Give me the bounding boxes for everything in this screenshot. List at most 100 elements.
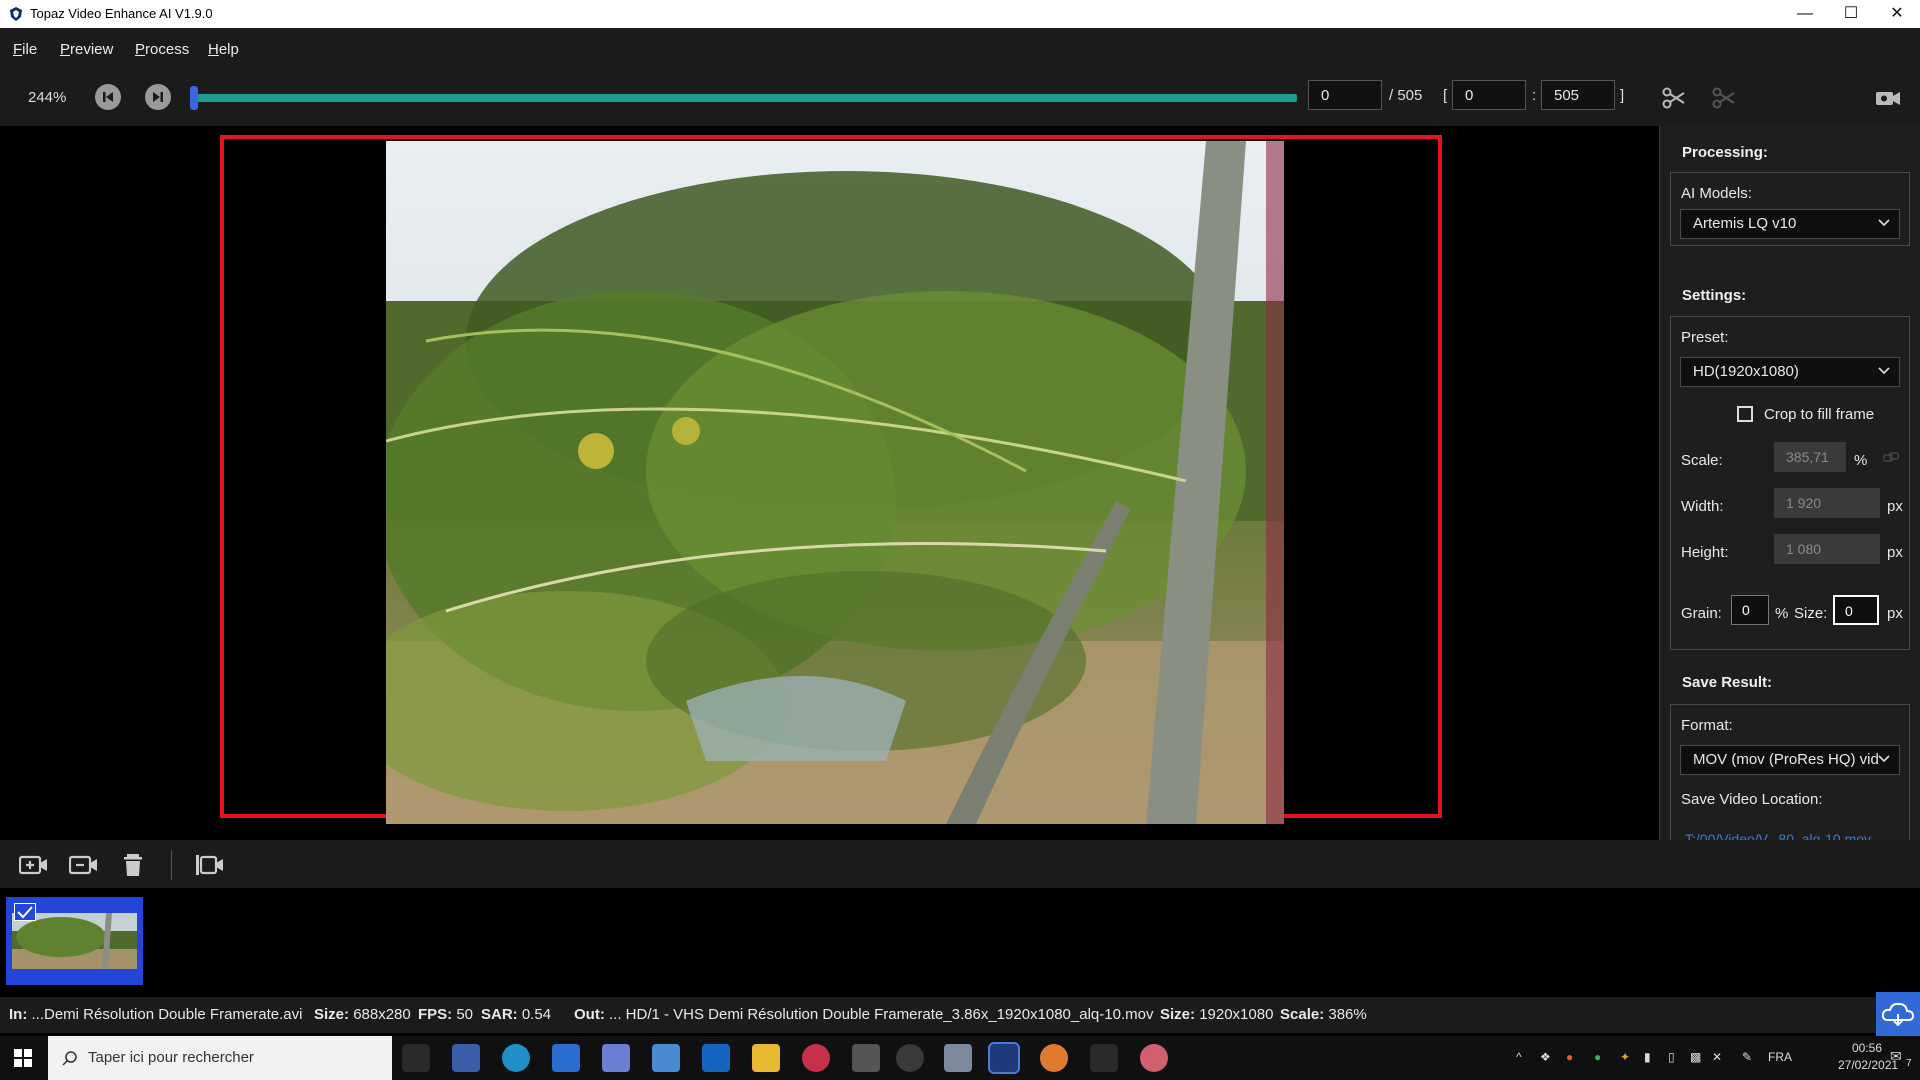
maximize-button[interactable]: ☐ [1828,0,1874,28]
network-icon[interactable]: ▩ [1690,1050,1701,1064]
save-result-group: Format: MOV (mov (ProRes HQ) vid Save Vi… [1670,704,1910,847]
windows-start-icon[interactable] [14,1049,32,1067]
unsplit-icon[interactable] [1710,84,1738,112]
ai-model-value: Artemis LQ v10 [1693,215,1797,232]
cloud-icon [1881,1002,1915,1027]
search-placeholder: Taper ici pour rechercher [88,1049,254,1066]
settings-gear-icon[interactable] [896,1044,924,1072]
file-explorer-icon[interactable] [752,1044,780,1072]
battery-icon[interactable]: ▯ [1668,1050,1675,1064]
grain-size-label: Size: [1794,605,1828,622]
menu-file[interactable]: File [13,41,37,58]
clip-list [0,888,1920,988]
status-input-file: In: ...Demi Résolution Double Framerate.… [9,1006,303,1023]
export-video-icon[interactable] [195,853,225,877]
notification-center-icon[interactable]: ✉ [1890,1048,1902,1065]
task-view-icon[interactable] [402,1044,430,1072]
scissors-icon[interactable] [1660,84,1688,112]
preset-label: Preset: [1681,329,1729,346]
zoom-level[interactable]: 244% [28,89,66,106]
utility-app-icon[interactable] [944,1044,972,1072]
settings-panel: Processing: AI Models: Artemis LQ v10 Se… [1659,126,1920,847]
skip-back-icon [103,92,113,102]
height-label: Height: [1681,544,1729,561]
crop-to-fill-label[interactable]: Crop to fill frame [1764,406,1874,423]
dropbox-icon[interactable]: ❖ [1540,1050,1551,1064]
clock-time[interactable]: 00:56 [1852,1041,1882,1055]
remove-video-icon[interactable] [69,853,99,877]
browser-icon[interactable] [1040,1044,1068,1072]
audio-app-icon[interactable] [1090,1044,1118,1072]
title-bar: Topaz Video Enhance AI V1.9.0 — ☐ ✕ [0,0,1920,28]
edge-icon[interactable] [502,1044,530,1072]
checkmark-icon[interactable] [14,903,36,921]
app-logo-icon [10,7,22,21]
video-frame-scene [386,141,1284,824]
processing-title: Processing: [1682,144,1768,161]
menu-preview[interactable]: Preview [60,41,113,58]
timeline-slider[interactable] [193,94,1297,102]
close-button[interactable]: ✕ [1874,0,1920,28]
tray-app-icon[interactable]: ● [1566,1050,1573,1064]
scale-input[interactable]: 385,71 [1774,442,1846,472]
scale-label: Scale: [1681,452,1723,469]
range-start-input[interactable]: 0 [1452,80,1526,110]
photos-icon[interactable] [652,1044,680,1072]
current-frame-input[interactable]: 0 [1308,80,1382,110]
width-unit: px [1887,498,1903,515]
status-output-file: Out: ... HD/1 - VHS Demi Résolution Doub… [574,1006,1154,1023]
previous-frame-button[interactable] [95,84,121,110]
chevron-down-icon [1878,219,1890,227]
topaz-taskbar-icon[interactable] [988,1042,1020,1074]
timeline-slider-handle[interactable] [190,86,198,110]
language-indicator[interactable]: FRA [1768,1050,1792,1064]
format-value: MOV (mov (ProRes HQ) vid [1693,751,1879,768]
range-end-input[interactable]: 505 [1541,80,1615,110]
grain-input[interactable]: 0 [1731,595,1769,625]
link-aspect-icon[interactable] [1883,451,1899,465]
usb-icon[interactable]: ▮ [1644,1050,1651,1064]
height-unit: px [1887,544,1903,561]
paint-app-icon[interactable] [1140,1044,1168,1072]
app-icon[interactable] [602,1044,630,1072]
trash-icon[interactable] [121,853,151,877]
ai-model-dropdown[interactable]: Artemis LQ v10 [1680,209,1900,239]
minimize-button[interactable]: — [1782,0,1828,28]
crop-to-fill-checkbox[interactable] [1737,406,1753,422]
bluetooth-icon[interactable]: ✦ [1620,1050,1630,1064]
store-icon[interactable] [452,1044,480,1072]
status-fps: FPS: 50 [418,1006,474,1023]
search-icon [62,1051,77,1066]
preset-dropdown[interactable]: HD(1920x1080) [1680,357,1900,387]
security-icon[interactable]: ● [1594,1050,1601,1064]
settings-group: Preset: HD(1920x1080) Crop to fill frame… [1670,316,1910,650]
save-result-title: Save Result: [1682,674,1773,691]
height-input[interactable]: 1 080 [1774,534,1880,564]
windows-taskbar: Taper ici pour rechercher ^ ❖ ● ● ✦ ▮ ▯ … [0,1036,1920,1080]
grain-size-input[interactable]: 0 [1833,595,1879,625]
cloud-button[interactable] [1876,992,1920,1036]
tray-chevron-up-icon[interactable]: ^ [1516,1050,1522,1064]
mail-icon[interactable] [552,1044,580,1072]
media-app-icon[interactable] [802,1044,830,1072]
width-input[interactable]: 1 920 [1774,488,1880,518]
volume-muted-icon[interactable]: ✕ [1712,1050,1722,1064]
save-location-label: Save Video Location: [1681,791,1823,808]
pen-icon[interactable]: ✎ [1742,1050,1752,1064]
preview-camera-icon[interactable] [1874,84,1902,112]
outlook-icon[interactable] [702,1044,730,1072]
format-dropdown[interactable]: MOV (mov (ProRes HQ) vid [1680,745,1900,775]
clip-thumbnail[interactable] [6,897,143,985]
next-frame-button[interactable] [145,84,171,110]
toolbar-divider [171,850,172,880]
grain-size-unit: px [1887,605,1903,622]
tool-app-icon[interactable] [852,1044,880,1072]
ai-models-group: AI Models: Artemis LQ v10 [1670,172,1910,246]
status-input-size: Size: 688x280 [314,1006,411,1023]
skip-forward-icon [153,92,163,102]
menu-help[interactable]: Help [208,41,239,58]
menu-process[interactable]: Process [135,41,189,58]
video-frame-image[interactable] [386,141,1284,824]
taskbar-search[interactable]: Taper ici pour rechercher [48,1036,392,1080]
add-video-icon[interactable] [19,853,49,877]
